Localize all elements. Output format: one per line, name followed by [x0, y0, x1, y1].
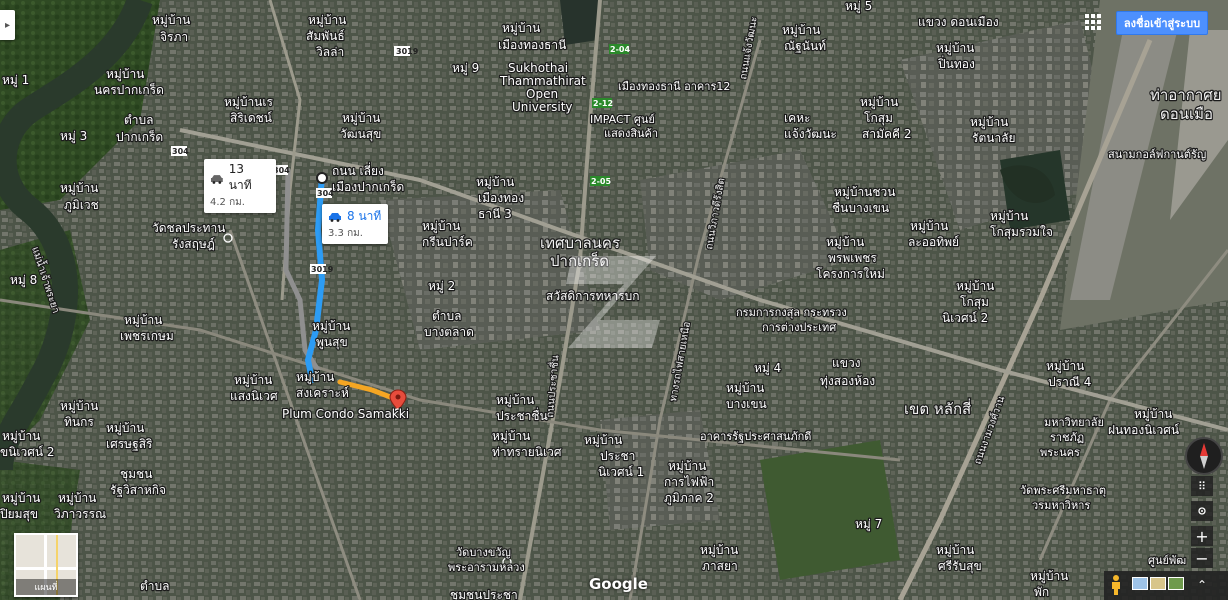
route-shield: 3019 [310, 264, 334, 274]
place-label: หมู่บ้านวัฒนสุข [340, 111, 381, 142]
place-label: หมู่ 3 [60, 129, 87, 144]
route-time: 8 นาที [347, 209, 382, 223]
compass-icon[interactable] [1185, 437, 1223, 475]
panel-toggle-button[interactable]: ▸ [0, 10, 15, 40]
place-label: ตำบล [140, 579, 170, 593]
google-logo: Google [589, 575, 648, 593]
place-label: ท่าอากาศยดอนเมือ [1150, 86, 1222, 123]
location-icon [1198, 507, 1206, 515]
route-card-main[interactable]: 8 นาที 3.3 กม. [322, 204, 388, 244]
place-label: เมืองทองธานี อาคาร12 [618, 80, 730, 93]
my-location-button[interactable] [1191, 501, 1213, 521]
apps-grid-icon[interactable] [1085, 14, 1101, 30]
map-type-minimap[interactable]: แผนที่ [14, 533, 78, 597]
svg-text:2-12: 2-12 [593, 99, 613, 108]
route-shield: 2-05 [590, 176, 611, 186]
svg-text:3019: 3019 [396, 47, 419, 56]
satellite-map[interactable]: 3019 2-04 2-12 2-05 304 304 3019 304 หมู… [0, 0, 1228, 600]
place-label: หมู่บ้านพูนสุข [312, 319, 350, 350]
route-shield: 2-04 [609, 44, 630, 54]
pegman-icon[interactable] [1109, 574, 1123, 596]
expand-button[interactable]: ⌃ [1190, 574, 1214, 596]
zoom-in-button[interactable]: + [1191, 526, 1213, 546]
place-label: ศูนย์พัฒ [1148, 554, 1186, 567]
tilt-button[interactable]: ⠿ [1191, 476, 1213, 496]
route-shield: 2-12 [592, 98, 613, 108]
place-label: หมู่ 8 [10, 273, 37, 288]
minimap-label: แผนที่ [16, 579, 76, 595]
signin-button[interactable]: ลงชื่อเข้าสู่ระบบ [1116, 11, 1208, 35]
place-label: สวัสดิการทหารบก [546, 289, 640, 303]
zoom-out-button[interactable]: − [1191, 548, 1213, 568]
place-label: หมู่ 4 [754, 361, 781, 376]
svg-text:2-05: 2-05 [591, 177, 611, 186]
place-label: หมู่ 1 [2, 73, 29, 88]
place-label: ชุมชนประชา [450, 588, 518, 600]
place-label: หมู่บ้านปิยมสุข [0, 491, 40, 522]
place-label: แขวง ดอนเมือง [918, 15, 999, 29]
car-icon [329, 212, 341, 222]
place-label: หมู่ 7 [855, 517, 882, 532]
place-label: หมู่ 5 [845, 0, 872, 14]
layer-thumbnail[interactable] [1150, 577, 1166, 590]
svg-text:2-04: 2-04 [610, 45, 630, 54]
svg-text:3019: 3019 [311, 265, 334, 274]
destination-label: Plum Condo Samakki [282, 407, 409, 421]
place-label: หมู่ 2 [428, 279, 455, 294]
place-label: อาคารรัฐประศาสนภักดี [700, 430, 811, 443]
route-distance: 3.3 กม. [328, 228, 363, 239]
svg-text:304: 304 [172, 147, 189, 156]
place-label: หมู่ 9 [452, 61, 479, 76]
place-label: สนามกอล์ฟกานต์รัญ [1108, 148, 1206, 161]
route-time: 13 นาที [228, 162, 252, 192]
route-card-alt[interactable]: 13 นาที 4.2 กม. [204, 159, 276, 213]
place-label: เขต หลักสี่ [904, 398, 971, 418]
car-icon [210, 174, 223, 184]
route-distance: 4.2 กม. [210, 197, 245, 208]
layer-thumbnail[interactable] [1168, 577, 1184, 590]
route-shield: 3019 [394, 46, 419, 56]
route-shield: 304 [171, 146, 189, 156]
layer-thumbnail[interactable] [1132, 577, 1148, 590]
